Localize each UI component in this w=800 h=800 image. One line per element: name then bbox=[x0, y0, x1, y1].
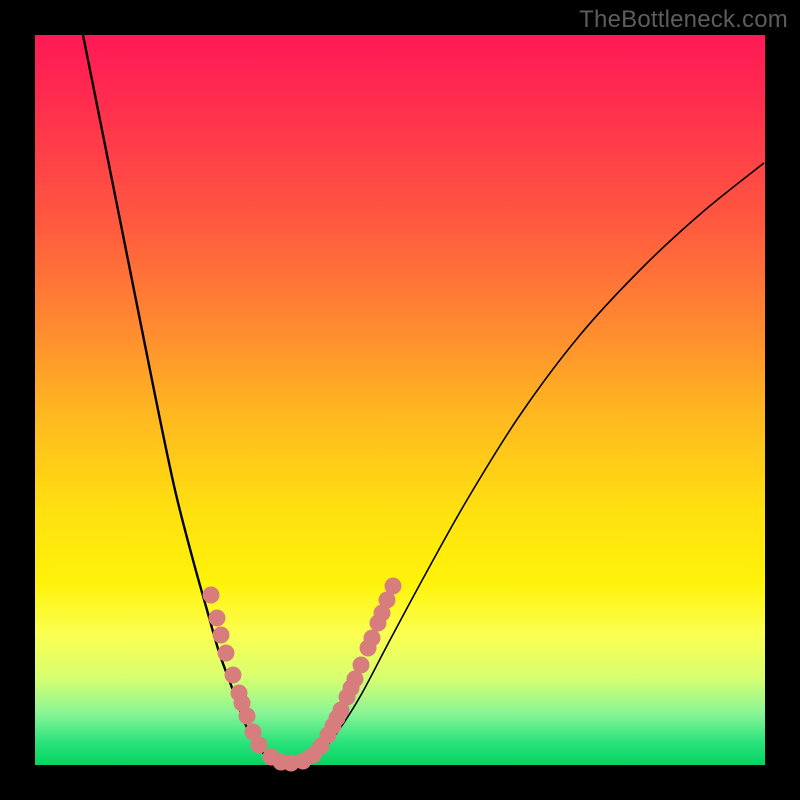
data-point bbox=[213, 627, 230, 644]
curve-right bbox=[311, 163, 764, 761]
data-point bbox=[225, 667, 242, 684]
curve-svg bbox=[35, 35, 765, 765]
data-point bbox=[385, 578, 402, 595]
data-point bbox=[364, 630, 381, 647]
plot-area bbox=[35, 35, 765, 765]
data-point bbox=[218, 645, 235, 662]
data-point bbox=[251, 737, 268, 754]
chart-frame: TheBottleneck.com bbox=[0, 0, 800, 800]
data-point bbox=[203, 587, 220, 604]
data-point bbox=[209, 610, 226, 627]
data-point bbox=[353, 657, 370, 674]
watermark-text: TheBottleneck.com bbox=[579, 6, 788, 34]
data-point bbox=[239, 708, 256, 725]
curve-left bbox=[83, 35, 271, 761]
